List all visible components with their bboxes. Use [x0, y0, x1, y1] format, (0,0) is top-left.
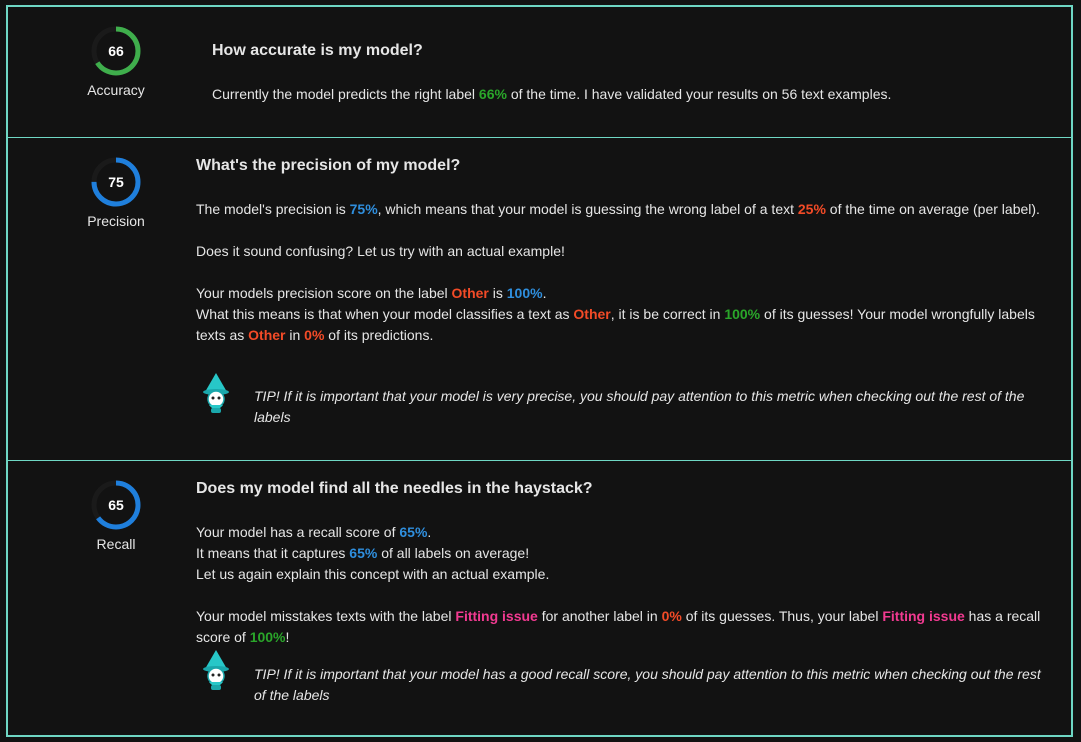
accuracy-section: 66 Accuracy How accurate is my model? Cu… — [8, 7, 1071, 137]
text-segment: , it is be correct in — [610, 306, 725, 322]
capture-percent: 65% — [349, 545, 378, 561]
text-segment: What this means is that when your model … — [196, 306, 574, 322]
tip-text: TIP! If it is important that your model … — [254, 666, 1041, 682]
accuracy-percent: 66% — [478, 86, 507, 102]
precision-section: 75 Precision What's the precision of my … — [8, 137, 1071, 461]
wrong-percent: 25% — [797, 201, 826, 217]
text-segment: It means that it captures — [196, 545, 350, 561]
precision-metric: 75 Precision — [76, 154, 156, 229]
recall-percent: 65% — [399, 524, 428, 540]
text-segment: of the time. I have validated your resul… — [506, 86, 892, 102]
recall-text-5: score of 100%! — [196, 627, 1056, 648]
text-segment: for another label in — [537, 608, 662, 624]
recall-text-1: Your model has a recall score of 65%. — [196, 522, 1056, 543]
wrong-label-percent: 0% — [304, 327, 325, 343]
text-segment: Currently the model predicts the right l… — [212, 86, 479, 102]
text-segment: in — [285, 327, 305, 343]
text-segment: texts as — [196, 327, 249, 343]
precision-score: 75 — [108, 174, 124, 190]
recall-metric: 65 Recall — [76, 477, 156, 552]
tip-text: TIP! If it is important that your model … — [254, 388, 1025, 404]
precision-text-2: Does it sound confusing? Let us try with… — [196, 243, 565, 259]
tip-text: of the labels — [254, 687, 330, 703]
text-segment: is — [488, 285, 507, 301]
label-tag: Fitting issue — [882, 608, 965, 624]
recall-score: 65 — [108, 497, 124, 513]
text-segment: , which means that your model is guessin… — [377, 201, 798, 217]
tip-text: labels — [254, 409, 291, 425]
text-segment: of its predictions. — [324, 327, 434, 343]
mistake-percent: 0% — [661, 608, 682, 624]
correct-percent: 100% — [724, 306, 761, 322]
label-recall-percent: 100% — [249, 629, 286, 645]
recall-text-2: It means that it captures 65% of all lab… — [196, 543, 1056, 564]
recall-content: Does my model find all the needles in th… — [196, 479, 1056, 648]
accuracy-metric: 66 Accuracy — [76, 23, 156, 98]
precision-heading: What's the precision of my model? — [196, 157, 461, 174]
metrics-panel: 66 Accuracy How accurate is my model? Cu… — [6, 5, 1073, 737]
text-segment: score of — [196, 629, 250, 645]
text-segment: of its guesses. Thus, your label — [681, 608, 883, 624]
precision-content: What's the precision of my model? The mo… — [196, 156, 1056, 346]
text-segment: Your model has a recall score of — [196, 524, 400, 540]
text-segment: of its guesses! Your model wrongfully la… — [760, 306, 1035, 322]
text-segment: . — [542, 285, 547, 301]
precision-text-3: Your models precision score on the label… — [196, 283, 1056, 304]
recall-heading: Does my model find all the needles in th… — [196, 480, 593, 497]
precision-gauge: 75 — [91, 157, 141, 207]
recall-tip: TIP! If it is important that your model … — [254, 664, 1054, 706]
accuracy-score: 66 — [108, 43, 124, 59]
accuracy-content: How accurate is my model? Currently the … — [212, 41, 1052, 105]
recall-section: 65 Recall Does my model find all the nee… — [8, 460, 1071, 738]
label-tag: Other — [248, 327, 286, 343]
label-precision-percent: 100% — [506, 285, 543, 301]
accuracy-text: Currently the model predicts the right l… — [212, 84, 1052, 105]
precision-label: Precision — [87, 213, 145, 229]
recall-gauge: 65 — [91, 480, 141, 530]
text-segment: Your model misstakes texts with the labe… — [196, 608, 456, 624]
label-tag: Other — [451, 285, 489, 301]
text-segment: Your models precision score on the label — [196, 285, 452, 301]
accuracy-heading: How accurate is my model? — [212, 42, 423, 59]
label-tag: Other — [573, 306, 611, 322]
precision-text-1: The model's precision is 75%, which mean… — [196, 199, 1056, 220]
accuracy-label: Accuracy — [87, 82, 145, 98]
recall-label: Recall — [96, 536, 136, 552]
recall-text-3: Let us again explain this concept with a… — [196, 566, 550, 582]
text-segment: of the time on average (per label). — [825, 201, 1040, 217]
text-segment: has a recall — [964, 608, 1041, 624]
recall-text-4: Your model misstakes texts with the labe… — [196, 606, 1056, 627]
precision-text-5: texts as Other in 0% of its predictions. — [196, 325, 1056, 346]
wizard-mascot-icon — [203, 373, 229, 413]
precision-text-4: What this means is that when your model … — [196, 304, 1056, 325]
accuracy-gauge: 66 — [91, 26, 141, 76]
label-tag: Fitting issue — [455, 608, 538, 624]
text-segment: . — [427, 524, 432, 540]
text-segment: of all labels on average! — [377, 545, 530, 561]
text-segment: The model's precision is — [196, 201, 350, 217]
precision-tip: TIP! If it is important that your model … — [254, 386, 1054, 428]
wizard-mascot-icon — [203, 650, 229, 690]
text-segment: ! — [285, 629, 290, 645]
precision-percent: 75% — [349, 201, 378, 217]
